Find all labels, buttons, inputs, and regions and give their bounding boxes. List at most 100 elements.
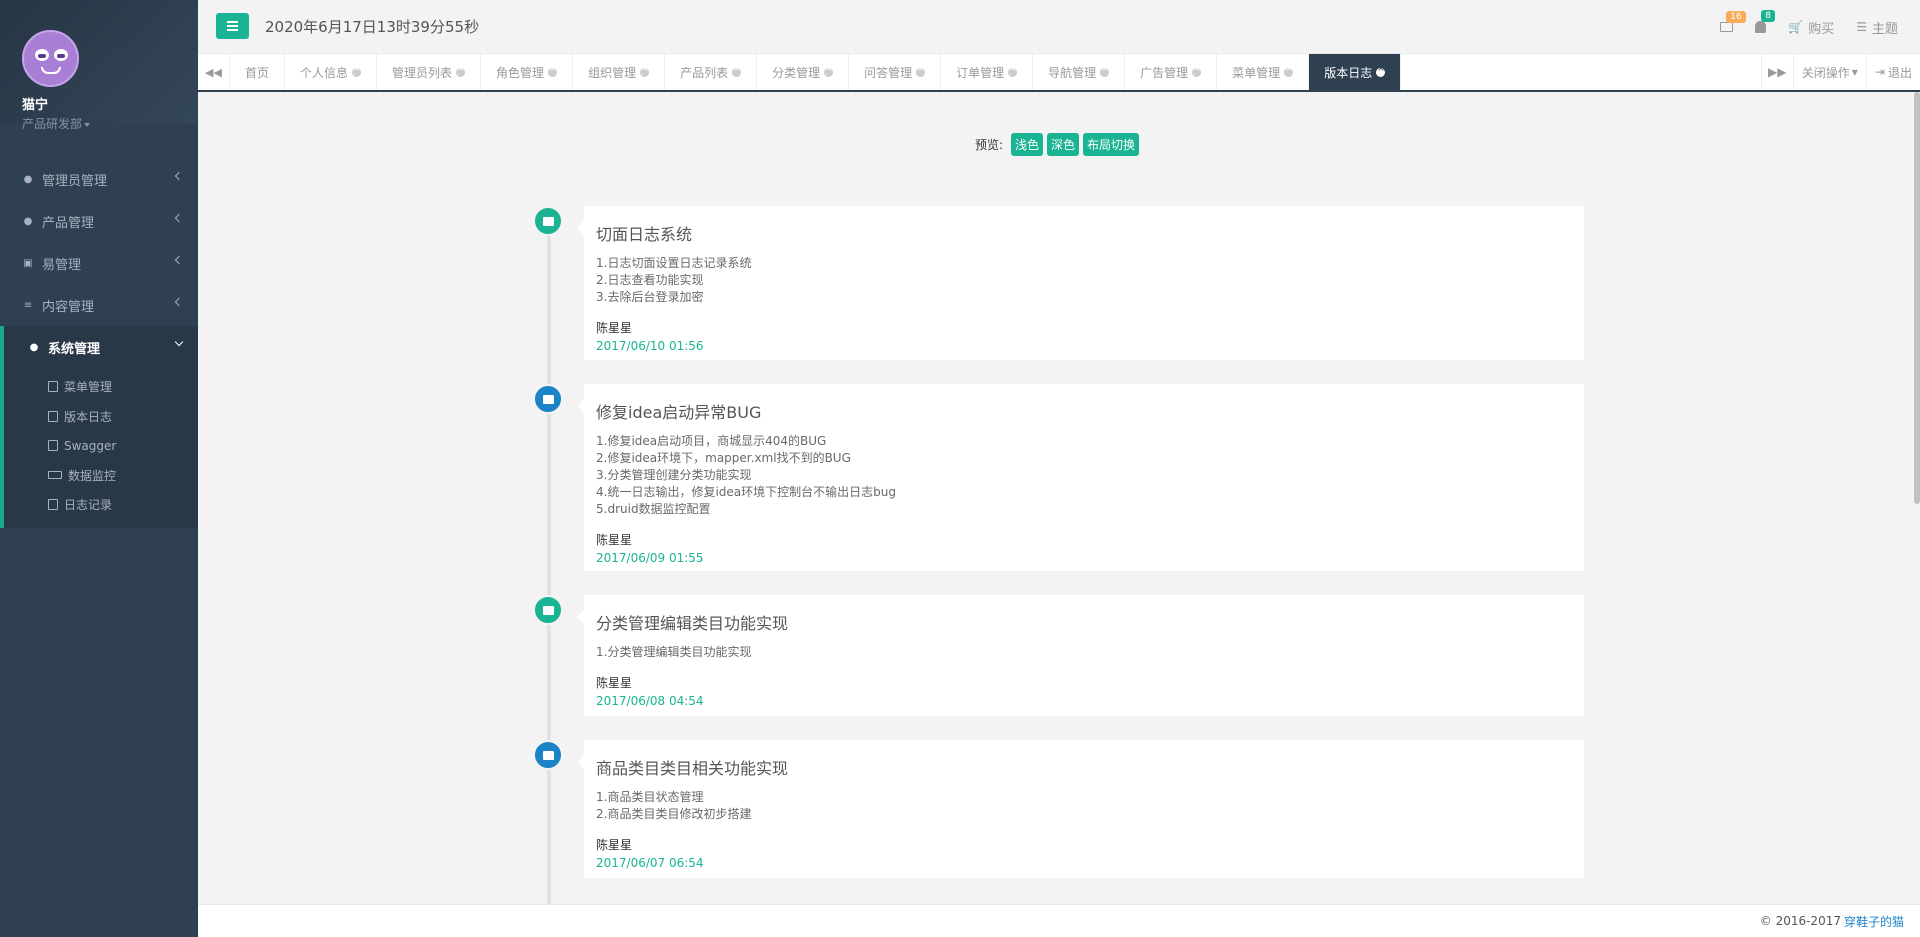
tab-roles[interactable]: 角色管理 <box>481 54 574 90</box>
close-icon[interactable] <box>1192 64 1202 77</box>
user-dept-dropdown[interactable]: 产品研发部 <box>22 115 198 132</box>
main-content: 预览: 浅色 深色 布局切换 切面日志系统 1.日志切面设置日志记录系统 2.日… <box>198 92 1920 904</box>
close-icon[interactable] <box>916 64 926 77</box>
timeline-line <box>547 222 551 904</box>
layout-switch-button[interactable]: 布局切换 <box>1083 133 1140 156</box>
tab-product-list[interactable]: 产品列表 <box>665 54 758 90</box>
sidebar-subitem-swagger[interactable]: Swagger <box>4 431 198 461</box>
close-icon[interactable] <box>1008 64 1018 77</box>
sidebar-item-product[interactable]: ● 产品管理 <box>0 200 198 242</box>
scrollbar-thumb[interactable] <box>1914 92 1920 504</box>
tab-label: 组织管理 <box>588 65 637 80</box>
chevron-left-icon <box>174 297 184 307</box>
menu-toggle-button[interactable] <box>216 13 249 39</box>
buy-button[interactable]: 🛒 购买 <box>1788 18 1834 37</box>
entry-date: 2017/06/10 01:56 <box>596 339 704 353</box>
tab-navigation[interactable]: 导航管理 <box>1033 54 1126 90</box>
close-icon[interactable] <box>824 64 834 77</box>
sidebar-item-admin[interactable]: ● 管理员管理 <box>0 158 198 200</box>
tab-menu[interactable]: 菜单管理 <box>1217 54 1310 90</box>
sidebar-subitem-monitor[interactable]: 数据监控 <box>4 461 198 491</box>
close-icon[interactable] <box>1284 64 1294 77</box>
briefcase-icon <box>533 595 563 625</box>
logout-button[interactable]: ⇥ 退出 <box>1865 54 1920 90</box>
product-icon: ● <box>23 215 33 227</box>
sidebar-subitem-label: 菜单管理 <box>64 380 113 395</box>
dark-theme-button[interactable]: 深色 <box>1047 133 1080 156</box>
list-icon: ≡ <box>23 299 33 311</box>
close-icon[interactable] <box>640 64 650 77</box>
envelope-icon <box>1720 22 1734 32</box>
sidebar-subitem-menu[interactable]: 菜单管理 <box>4 372 198 402</box>
user-name: 猫宁 <box>22 98 49 113</box>
tab-orders[interactable]: 订单管理 <box>941 54 1034 90</box>
tab-label: 广告管理 <box>1140 65 1189 80</box>
entry-line: 3.去除后台登录加密 <box>596 290 704 304</box>
messages-button[interactable]: 16 <box>1720 11 1746 32</box>
chevron-down-icon <box>174 337 184 347</box>
entry-title: 切面日志系统 <box>596 225 693 244</box>
sidebar-subitem-logs[interactable]: 日志记录 <box>4 490 198 520</box>
entry-title: 分类管理编辑类目功能实现 <box>596 614 789 633</box>
sidebar-nav: ● 管理员管理 ● 产品管理 ▣ 易管理 ≡ 内容管理 ● 系统管理 菜单管理 … <box>0 158 198 528</box>
tabs-scroll-right-button[interactable]: ▶▶ <box>1760 54 1793 90</box>
caret-down-icon <box>84 122 91 127</box>
entry-author: 陈星星 <box>596 838 633 852</box>
profile-panel: 猫宁 产品研发部 <box>0 0 198 131</box>
avatar[interactable] <box>22 30 79 87</box>
preview-bar: 预览: 浅色 深色 布局切换 <box>198 133 1920 156</box>
tab-label: 导航管理 <box>1048 65 1097 80</box>
sidebar: 猫宁 产品研发部 ● 管理员管理 ● 产品管理 ▣ 易管理 ≡ 内容管理 ● 系… <box>0 0 198 937</box>
tab-admin-list[interactable]: 管理员列表 <box>377 54 482 90</box>
preview-label: 预览: <box>974 138 1003 152</box>
entry-author: 陈星星 <box>596 676 633 690</box>
user-dept: 产品研发部 <box>22 117 83 131</box>
sidebar-item-trade[interactable]: ▣ 易管理 <box>0 242 198 284</box>
close-icon[interactable] <box>352 64 362 77</box>
tab-category[interactable]: 分类管理 <box>757 54 850 90</box>
close-icon[interactable] <box>548 64 558 77</box>
tab-home[interactable]: 首页 <box>230 54 286 90</box>
theme-button[interactable]: ☰ 主题 <box>1856 18 1898 37</box>
document-icon <box>533 740 563 770</box>
sidebar-item-system[interactable]: ● 系统管理 <box>0 326 198 368</box>
entry-line: 1.分类管理编辑类目功能实现 <box>596 645 752 659</box>
entry-line: 4.统一日志输出，修复idea环境下控制台不输出日志bug <box>596 485 896 499</box>
entry-title: 修复idea启动异常BUG <box>596 403 762 422</box>
sidebar-item-label: 管理员管理 <box>42 173 108 189</box>
chevron-left-icon <box>174 255 184 265</box>
theme-label: 主题 <box>1871 21 1898 37</box>
author-link[interactable]: 穿鞋子的猫 <box>1844 913 1904 930</box>
close-icon[interactable] <box>456 64 466 77</box>
timeline-card: 修复idea启动异常BUG 1.修复idea启动项目，商城显示404的BUG 2… <box>577 384 1584 571</box>
light-theme-button[interactable]: 浅色 <box>1011 133 1044 156</box>
tabs-scroll-left-button[interactable]: ◀◀ <box>198 54 230 90</box>
monitor-icon <box>48 471 62 480</box>
close-icon[interactable] <box>1100 64 1110 77</box>
caret-down-icon: ▼ <box>1851 67 1858 77</box>
sidebar-item-content[interactable]: ≡ 内容管理 <box>0 284 198 326</box>
tab-ads[interactable]: 广告管理 <box>1125 54 1218 90</box>
sidebar-item-label: 内容管理 <box>42 299 95 315</box>
close-ops-label: 关闭操作 <box>1801 65 1850 80</box>
tab-label: 分类管理 <box>772 65 821 80</box>
sidebar-subitem-label: 数据监控 <box>68 468 117 483</box>
entry-date: 2017/06/08 04:54 <box>596 694 704 708</box>
tab-organization[interactable]: 组织管理 <box>573 54 666 90</box>
tab-label: 个人信息 <box>300 65 349 80</box>
system-icon: ● <box>29 341 39 353</box>
copyright-text: © 2016-2017 <box>1759 914 1841 928</box>
current-datetime: 2020年6月17日13时39分55秒 <box>265 18 480 36</box>
tab-qa[interactable]: 问答管理 <box>849 54 942 90</box>
tab-changelog[interactable]: 版本日志 <box>1309 54 1402 90</box>
close-icon[interactable] <box>732 64 742 77</box>
buy-label: 购买 <box>1808 21 1835 37</box>
tab-right-actions: ▶▶ 关闭操作 ▼ ⇥ 退出 <box>1760 54 1920 90</box>
tab-profile[interactable]: 个人信息 <box>285 54 378 90</box>
notifications-button[interactable]: 8 <box>1755 10 1775 33</box>
top-right-actions: 16 8 🛒 购买 ☰ 主题 <box>1720 0 1920 54</box>
tab-label: 订单管理 <box>956 65 1005 80</box>
close-operations-dropdown[interactable]: 关闭操作 ▼ <box>1792 54 1866 90</box>
sidebar-subitem-changelog[interactable]: 版本日志 <box>4 402 198 432</box>
close-icon[interactable] <box>1376 64 1386 77</box>
